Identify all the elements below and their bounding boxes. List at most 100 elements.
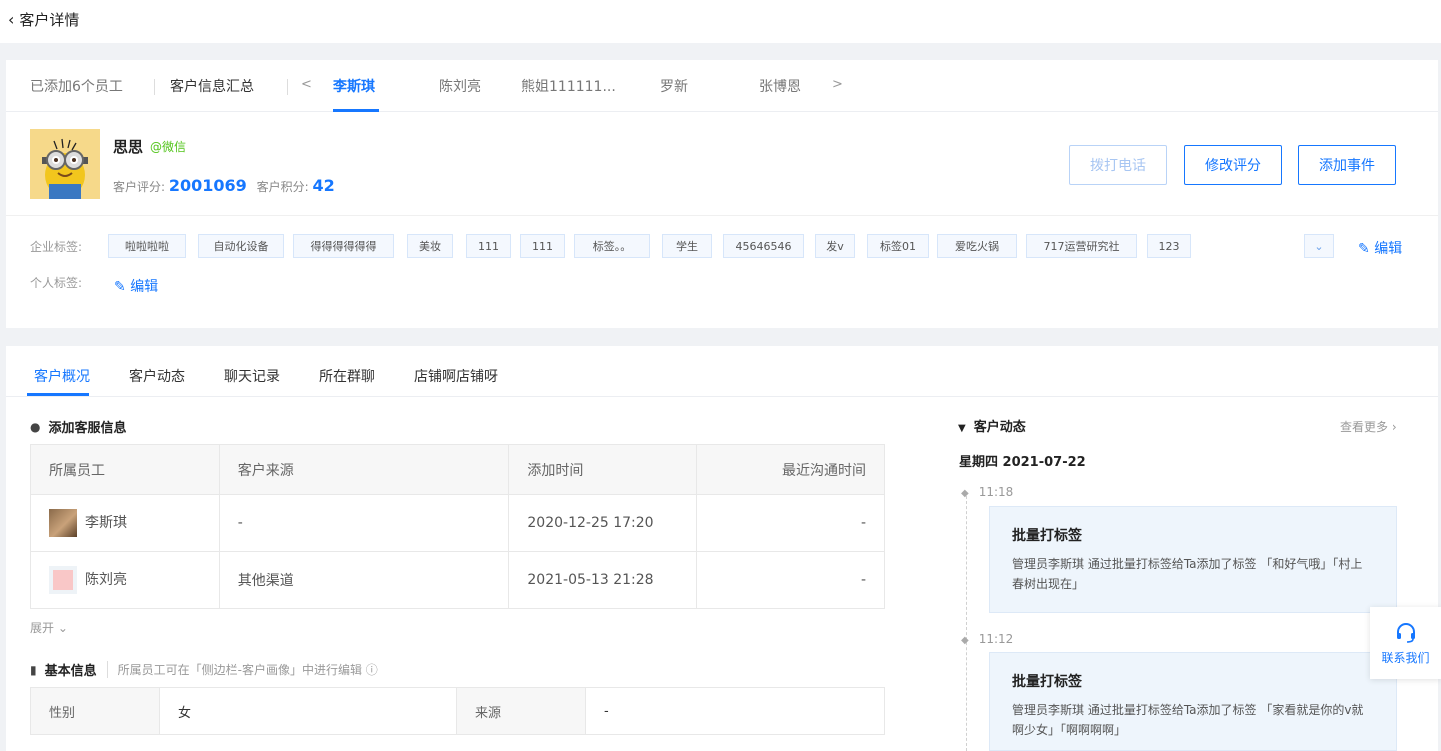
customer-header-card: 已添加6个员工 客户信息汇总 < 李斯琪 陈刘亮 熊姐111111... 罗新 … bbox=[6, 60, 1438, 328]
top-bar: ‹ 客户详情 bbox=[0, 0, 1441, 43]
last-contact-cell: - bbox=[696, 494, 885, 552]
contact-us-label: 联系我们 bbox=[1381, 650, 1430, 665]
event-title: 批量打标签 bbox=[1012, 528, 1082, 544]
avatar bbox=[49, 509, 77, 537]
expand-toggle[interactable]: 展开 ⌄ bbox=[30, 619, 68, 636]
customer-detail-card: 客户概况 客户动态 聊天记录 所在群聊 店铺啊店铺呀 ● 添加客服信息 所属员工… bbox=[6, 346, 1438, 751]
corp-tag: 得得得得得得 bbox=[293, 234, 394, 258]
chevron-down-icon[interactable]: ⌄ bbox=[1304, 234, 1334, 258]
added-time-cell: 2020-12-25 17:20 bbox=[508, 494, 698, 552]
view-more-link[interactable]: 查看更多 › bbox=[1340, 418, 1397, 435]
basic-info-hint: 所属员工可在「侧边栏-客户画像」中进行编辑 ⓘ bbox=[106, 661, 378, 678]
points-label: 客户积分: bbox=[256, 180, 309, 194]
corp-tag: 标签。。 bbox=[574, 234, 650, 258]
event-title: 批量打标签 bbox=[1012, 674, 1082, 690]
tab-staff-1[interactable]: 陈刘亮 bbox=[439, 76, 481, 96]
customer-score-row: 客户评分: 2001069 客户积分: 42 bbox=[113, 176, 335, 195]
corp-tag: 717运营研究社 bbox=[1026, 234, 1137, 258]
divider bbox=[154, 79, 155, 95]
source-value: - bbox=[585, 687, 885, 735]
score-value: 2001069 bbox=[168, 176, 247, 195]
tab-groups[interactable]: 所在群聊 bbox=[319, 366, 375, 386]
edit-personal-tags-link[interactable]: ✎ 编辑 bbox=[114, 276, 158, 296]
add-event-button[interactable]: 添加事件 bbox=[1298, 145, 1396, 185]
gender-label: 性别 bbox=[30, 687, 160, 735]
corp-tag: 111 bbox=[520, 234, 565, 258]
corp-tag: 发v bbox=[815, 234, 855, 258]
points-value: 42 bbox=[312, 176, 335, 195]
chevron-down-icon: ⌄ bbox=[57, 621, 68, 635]
source-label: 来源 bbox=[456, 687, 586, 735]
help-icon: ⓘ bbox=[365, 663, 378, 677]
added-time-cell: 2021-05-13 21:28 bbox=[508, 551, 698, 609]
column-header: 最近沟通时间 bbox=[696, 444, 885, 495]
user-icon: ● bbox=[30, 419, 41, 434]
added-staff-count: 已添加6个员工 bbox=[30, 79, 123, 95]
activity-date: 星期四 2021-07-22 bbox=[959, 455, 1086, 470]
bookmark-icon: ▮ bbox=[30, 662, 37, 677]
gender-value: 女 bbox=[159, 687, 457, 735]
edit-corp-tags-link[interactable]: ✎ 编辑 bbox=[1358, 238, 1402, 258]
tab-store[interactable]: 店铺啊店铺呀 bbox=[414, 366, 498, 386]
tab-staff-2[interactable]: 熊姐111111... bbox=[521, 76, 616, 96]
staff-cell: 李斯琪 bbox=[30, 494, 220, 552]
corp-tag: 标签01 bbox=[867, 234, 929, 258]
tab-overview[interactable]: 客户概况 bbox=[34, 366, 90, 386]
tab-staff-0[interactable]: 李斯琪 bbox=[333, 76, 375, 96]
back-button[interactable]: ‹ 客户详情 bbox=[8, 9, 79, 30]
basic-info-title: ▮ 基本信息 所属员工可在「侧边栏-客户画像」中进行编辑 ⓘ bbox=[30, 661, 378, 679]
contact-us-button[interactable]: 联系我们 bbox=[1370, 607, 1441, 679]
event-description: 管理员李斯琪 通过批量打标签给Ta添加了标签 「家看就是你的v就啊少女」「啊啊啊… bbox=[1012, 703, 1364, 737]
call-button[interactable]: 拨打电话 bbox=[1069, 145, 1167, 185]
table-row: 陈刘亮 其他渠道 2021-05-13 21:28 - bbox=[30, 551, 885, 609]
staff-cell: 陈刘亮 bbox=[30, 551, 220, 609]
tab-summary[interactable]: 客户信息汇总 bbox=[170, 76, 254, 96]
customer-name: 思思 bbox=[113, 138, 144, 156]
headset-icon bbox=[1396, 622, 1415, 643]
corp-tags-label: 企业标签: bbox=[30, 240, 83, 254]
next-staff-icon[interactable]: > bbox=[832, 77, 843, 92]
tab-staff-4[interactable]: 张博恩 bbox=[759, 76, 801, 96]
avatar bbox=[30, 129, 100, 199]
page-title: 客户详情 bbox=[19, 11, 80, 29]
tag-icon: ◆ bbox=[961, 488, 969, 499]
corp-tag: 123 bbox=[1147, 234, 1191, 258]
active-tab-indicator bbox=[333, 109, 379, 112]
prev-staff-icon[interactable]: < bbox=[301, 77, 312, 92]
event-description: 管理员李斯琪 通过批量打标签给Ta添加了标签 「和好气哦」「村上春树出现在」 bbox=[1012, 557, 1363, 591]
corp-tag: 111 bbox=[466, 234, 511, 258]
divider bbox=[6, 396, 1438, 397]
pencil-icon: ✎ bbox=[114, 279, 126, 295]
customer-source-badge: @微信 bbox=[150, 140, 187, 154]
edit-score-button[interactable]: 修改评分 bbox=[1184, 145, 1282, 185]
score-label: 客户评分: bbox=[113, 180, 166, 194]
timeline-line bbox=[966, 496, 967, 751]
activity-title: ▼ 客户动态 bbox=[958, 420, 1026, 435]
corp-tag: 美妆 bbox=[407, 234, 453, 258]
column-header: 添加时间 bbox=[508, 444, 698, 495]
basic-info-table: 性别 女 来源 - bbox=[30, 687, 885, 735]
corp-tag: 45646546 bbox=[723, 234, 804, 258]
tab-activity[interactable]: 客户动态 bbox=[129, 366, 185, 386]
tab-chat-history[interactable]: 聊天记录 bbox=[224, 366, 280, 386]
divider bbox=[287, 79, 288, 95]
personal-tags-label: 个人标签: bbox=[30, 276, 83, 290]
service-table: 所属员工 客户来源 添加时间 最近沟通时间 李斯琪 - 2020-12-25 1… bbox=[30, 444, 885, 609]
corp-tag: 爱吃火锅 bbox=[937, 234, 1017, 258]
chevron-right-icon: › bbox=[1391, 420, 1397, 434]
avatar bbox=[49, 566, 77, 594]
corp-tag: 啦啦啦啦 bbox=[108, 234, 186, 258]
chevron-left-icon: ‹ bbox=[8, 10, 15, 29]
table-header-row: 所属员工 客户来源 添加时间 最近沟通时间 bbox=[30, 444, 885, 495]
event-time: ◆ 11:18 bbox=[961, 485, 1014, 499]
event-card: 批量打标签 管理员李斯琪 通过批量打标签给Ta添加了标签 「和好气哦」「村上春树… bbox=[989, 506, 1397, 613]
source-cell: 其他渠道 bbox=[218, 551, 510, 609]
tag-icon: ◆ bbox=[961, 635, 969, 646]
column-header: 客户来源 bbox=[218, 444, 510, 495]
event-card: 批量打标签 管理员李斯琪 通过批量打标签给Ta添加了标签 「家看就是你的v就啊少… bbox=[989, 652, 1397, 751]
staff-tab-bar: 已添加6个员工 客户信息汇总 < 李斯琪 陈刘亮 熊姐111111... 罗新 … bbox=[6, 60, 1438, 112]
event-time: ◆ 11:12 bbox=[961, 632, 1014, 646]
table-row: 性别 女 来源 - bbox=[30, 687, 885, 735]
tab-staff-3[interactable]: 罗新 bbox=[660, 76, 688, 96]
service-info-title: ● 添加客服信息 bbox=[30, 419, 127, 437]
